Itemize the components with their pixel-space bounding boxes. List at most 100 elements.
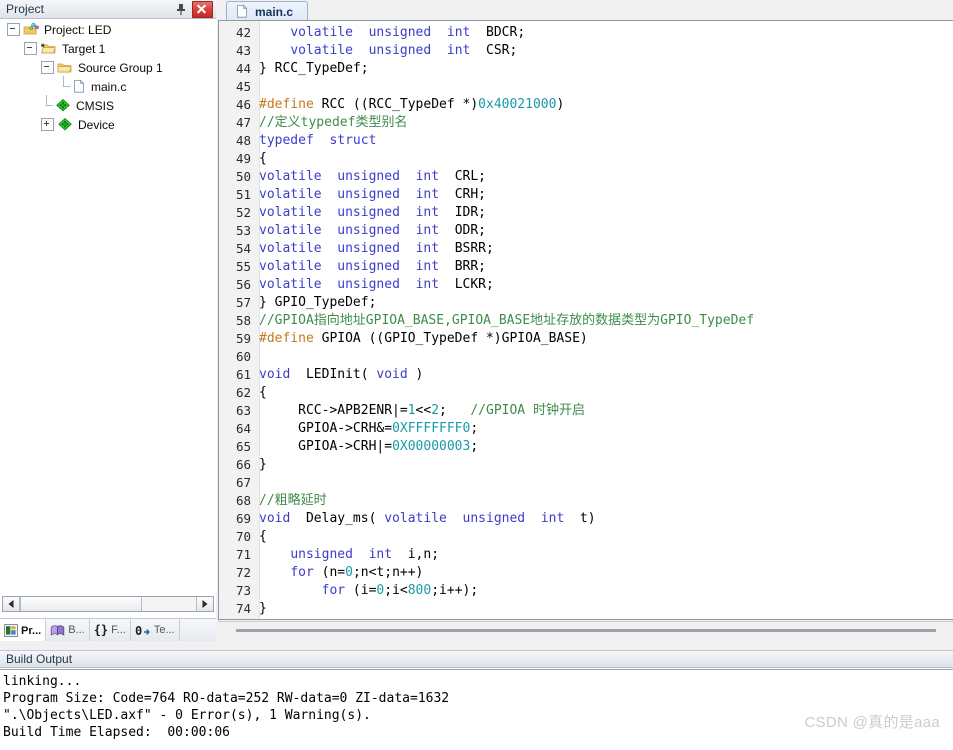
code-line[interactable]: 53 volatile unsigned int ODR; — [219, 222, 953, 240]
scrollbar-thumb[interactable] — [20, 597, 142, 611]
code-line[interactable]: 51 volatile unsigned int CRH; — [219, 186, 953, 204]
editor-hscrollbar[interactable] — [218, 621, 953, 638]
tree-item-main-c[interactable]: main.c — [1, 76, 217, 96]
code-line[interactable]: 46 #define RCC ((RCC_TypeDef *)0x40021000… — [219, 96, 953, 114]
code-line[interactable]: 69 void Delay_ms( volatile unsigned int t… — [219, 510, 953, 528]
code-text[interactable]: } — [258, 456, 953, 474]
code-line[interactable]: 72 for (n=0;n<t;n++) — [219, 564, 953, 582]
scrollbar-track[interactable] — [236, 628, 936, 632]
line-number: 56 — [235, 277, 251, 292]
code-content[interactable]: 42 volatile unsigned int BDCR; 43 volatil… — [219, 21, 953, 618]
code-line[interactable]: 43 volatile unsigned int CSR; — [219, 42, 953, 60]
code-text[interactable]: volatile unsigned int CRH; — [258, 186, 953, 204]
code-text[interactable]: } GPIO_TypeDef; — [258, 294, 953, 312]
code-line[interactable]: 58 //GPIOA指向地址GPIOA_BASE,GPIOA_BASE地址存放的数… — [219, 312, 953, 330]
code-line[interactable]: 55 volatile unsigned int BRR; — [219, 258, 953, 276]
project-panel-hscrollbar[interactable] — [2, 596, 214, 612]
expander-minus-icon[interactable] — [7, 23, 20, 36]
code-line[interactable]: 70 { — [219, 528, 953, 546]
tab-books[interactable]: B... — [46, 619, 90, 641]
tab-templates[interactable]: 0 Te... — [131, 619, 180, 641]
code-text[interactable]: #define GPIOA ((GPIO_TypeDef *)GPIOA_BAS… — [258, 330, 953, 348]
code-text[interactable]: { — [258, 528, 953, 546]
tree-item-target[interactable]: Target 1 — [1, 39, 217, 58]
code-line[interactable]: 50 volatile unsigned int CRL; — [219, 168, 953, 186]
code-text[interactable]: GPIOA->CRH|=0X00000003; — [258, 438, 953, 456]
tree-item-project[interactable]: Project: LED — [1, 20, 217, 39]
code-text[interactable]: #define RCC ((RCC_TypeDef *)0x40021000) — [258, 96, 953, 114]
code-text[interactable]: volatile unsigned int ODR; — [258, 222, 953, 240]
code-scroll-area[interactable]: 42 volatile unsigned int BDCR; 43 volatil… — [219, 21, 953, 619]
tab-label: F... — [111, 624, 126, 636]
scroll-left-arrow-icon[interactable] — [3, 597, 20, 611]
code-line[interactable]: 66} — [219, 456, 953, 474]
line-number: 68 — [235, 493, 251, 508]
code-line[interactable]: 60 — [219, 348, 953, 366]
tab-label: B... — [68, 624, 85, 636]
code-line[interactable]: 56 volatile unsigned int LCKR; — [219, 276, 953, 294]
code-line[interactable]: 52 volatile unsigned int IDR; — [219, 204, 953, 222]
code-text[interactable]: typedef struct — [258, 132, 953, 150]
code-line[interactable]: 74} — [219, 600, 953, 618]
code-text[interactable]: for (i=0;i<800;i++); — [258, 582, 953, 600]
code-line[interactable]: 62 { — [219, 384, 953, 402]
tree-item-source-group[interactable]: Source Group 1 — [1, 58, 217, 77]
code-text[interactable]: volatile unsigned int LCKR; — [258, 276, 953, 294]
code-line[interactable]: 54 volatile unsigned int BSRR; — [219, 240, 953, 258]
code-line[interactable]: 73 for (i=0;i<800;i++); — [219, 582, 953, 600]
code-line[interactable]: 48 typedef struct — [219, 132, 953, 150]
expander-minus-icon[interactable] — [41, 61, 54, 74]
editor-tabstrip: main.c — [218, 0, 953, 21]
scrollbar-track[interactable] — [142, 597, 196, 611]
code-line[interactable]: 63 RCC->APB2ENR|=1<<2; //GPIOA 时钟开启 — [219, 402, 953, 420]
code-text[interactable]: //定义typedef类型别名 — [258, 114, 953, 132]
code-text[interactable]: } — [258, 600, 953, 618]
code-line[interactable]: 68 //粗略延时 — [219, 492, 953, 510]
code-line[interactable]: 59 #define GPIOA ((GPIO_TypeDef *)GPIOA_B… — [219, 330, 953, 348]
code-line[interactable]: 64 GPIOA->CRH&=0XFFFFFFF0; — [219, 420, 953, 438]
code-text[interactable]: GPIOA->CRH&=0XFFFFFFF0; — [258, 420, 953, 438]
code-editor[interactable]: 42 volatile unsigned int BDCR; 43 volatil… — [218, 20, 953, 620]
code-text[interactable]: { — [258, 384, 953, 402]
line-number: 70 — [235, 529, 251, 544]
code-text[interactable]: volatile unsigned int IDR; — [258, 204, 953, 222]
code-line[interactable]: 47 //定义typedef类型别名 — [219, 114, 953, 132]
code-text[interactable]: } RCC_TypeDef; — [258, 60, 953, 78]
document-tab-main-c[interactable]: main.c — [226, 1, 309, 21]
close-panel-button[interactable] — [192, 0, 213, 18]
expander-plus-icon[interactable] — [41, 118, 54, 131]
expander-minus-icon[interactable] — [24, 42, 37, 55]
code-text[interactable]: volatile unsigned int BSRR; — [258, 240, 953, 258]
code-text[interactable]: //GPIOA指向地址GPIOA_BASE,GPIOA_BASE地址存放的数据类… — [258, 312, 953, 330]
code-line[interactable]: 45 — [219, 78, 953, 96]
code-line[interactable]: 61 void LEDInit( void ) — [219, 366, 953, 384]
code-line[interactable]: 71 unsigned int i,n; — [219, 546, 953, 564]
code-line[interactable]: 57} GPIO_TypeDef; — [219, 294, 953, 312]
code-text[interactable]: unsigned int i,n; — [258, 546, 953, 564]
code-text[interactable]: volatile unsigned int CSR; — [258, 42, 953, 60]
tab-functions[interactable]: {} F... — [90, 619, 131, 641]
code-text[interactable]: volatile unsigned int BDCR; — [258, 24, 953, 42]
code-line[interactable]: 49 { — [219, 150, 953, 168]
code-text[interactable]: //粗略延时 — [258, 492, 953, 510]
tree-item-cmsis[interactable]: CMSIS — [1, 95, 217, 115]
code-text[interactable]: volatile unsigned int BRR; — [258, 258, 953, 276]
code-text[interactable]: void LEDInit( void ) — [258, 366, 953, 384]
code-line[interactable]: 44} RCC_TypeDef; — [219, 60, 953, 78]
code-text[interactable]: { — [258, 150, 953, 168]
tree-item-label: Target 1 — [62, 41, 106, 56]
code-line[interactable]: 65 GPIOA->CRH|=0X00000003; — [219, 438, 953, 456]
code-line[interactable]: 67 — [219, 474, 953, 492]
code-text[interactable]: RCC->APB2ENR|=1<<2; //GPIOA 时钟开启 — [258, 402, 953, 420]
scroll-right-arrow-icon[interactable] — [196, 597, 213, 611]
books-icon — [50, 624, 65, 636]
build-output-line: Build Time Elapsed: 00:00:06 — [3, 725, 230, 740]
tab-project[interactable]: Pr... — [0, 619, 47, 641]
build-output-text[interactable]: linking... Program Size: Code=764 RO-data… — [0, 669, 953, 750]
code-text[interactable]: for (n=0;n<t;n++) — [258, 564, 953, 582]
code-text[interactable]: void Delay_ms( volatile unsigned int t) — [258, 510, 953, 528]
auto-hide-pin-icon[interactable] — [173, 2, 189, 17]
code-line[interactable]: 42 volatile unsigned int BDCR; — [219, 24, 953, 42]
code-text[interactable]: volatile unsigned int CRL; — [258, 168, 953, 186]
tree-item-device[interactable]: Device — [1, 115, 217, 134]
